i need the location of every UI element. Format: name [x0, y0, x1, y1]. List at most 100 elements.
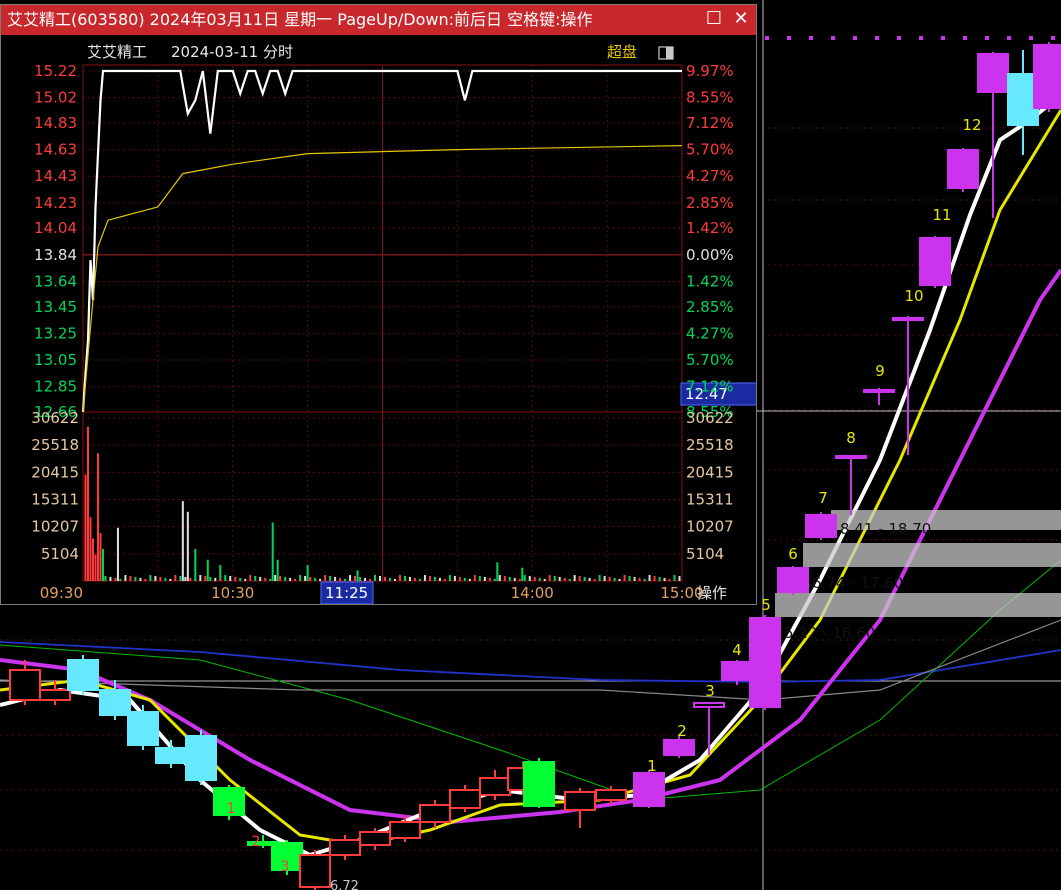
- volume-bar: [101, 549, 104, 581]
- pct-tick-label: 4.27%: [686, 167, 734, 185]
- volume-bar: [618, 578, 621, 581]
- low-price-label: 6.72: [330, 879, 359, 890]
- limit-up-count-label: 2: [677, 722, 687, 740]
- price-tick-label: 13.84: [34, 246, 77, 264]
- volume-bar: [568, 578, 571, 581]
- volume-bar: [314, 577, 317, 581]
- top-dot-marker: [831, 36, 835, 40]
- candle-body: [479, 777, 511, 796]
- volume-bar: [623, 575, 626, 581]
- top-dot-marker: [1007, 36, 1011, 40]
- limit-up-count-label: 5: [761, 596, 771, 614]
- cursor-time: 11:25: [325, 584, 368, 602]
- volume-bar: [89, 517, 92, 581]
- volume-bar: [498, 575, 501, 581]
- volume-bar: [458, 576, 461, 581]
- candle-body: [749, 617, 781, 708]
- limit-up-count-label: 12: [962, 116, 981, 134]
- volume-bar: [271, 522, 274, 581]
- volume-tick-label: 20415: [686, 463, 734, 481]
- intraday-chart[interactable]: 艾艾精工 2024-03-11 分时 超盘 11:25 12.47 操作 15.…: [1, 35, 756, 604]
- candle-body: [419, 804, 451, 823]
- volume-bar: [194, 578, 197, 581]
- volume-bar: [229, 575, 232, 581]
- pct-tick-label: 0.00%: [686, 246, 734, 264]
- limit-up-count-label: 8: [846, 429, 856, 447]
- volume-bar: [638, 577, 641, 581]
- volume-bar: [453, 575, 456, 581]
- price-tick-label: 12.85: [34, 378, 77, 396]
- candle-body: [67, 659, 99, 691]
- candle-body: [99, 689, 131, 716]
- intraday-popup-window[interactable]: 艾艾精工(603580) 2024年03月11日 星期一 PageUp/Down…: [0, 4, 757, 605]
- volume-bar: [603, 575, 606, 581]
- price-tick-label: 14.63: [34, 141, 77, 159]
- square-icon[interactable]: ☐: [701, 5, 727, 35]
- top-dot-marker: [963, 36, 967, 40]
- volume-bar: [463, 577, 466, 581]
- candle-body: [663, 739, 695, 756]
- volume-tick-label: 15311: [31, 491, 79, 509]
- volume-bar: [104, 575, 107, 581]
- volume-bar: [349, 575, 352, 581]
- volume-bar: [134, 576, 137, 581]
- zone-label: 5.22 - 16.60: [784, 624, 875, 642]
- volume-bar: [428, 575, 431, 581]
- volume-tick-label: 5104: [686, 545, 724, 563]
- volume-bar: [403, 575, 406, 581]
- volume-bar: [438, 577, 441, 581]
- volume-bar: [658, 576, 661, 581]
- volume-tick-label: 10207: [31, 518, 79, 536]
- pct-tick-label: 4.27%: [686, 324, 734, 342]
- close-icon[interactable]: ✕: [728, 5, 754, 35]
- candle-body: [523, 761, 555, 807]
- pct-tick-label: 5.70%: [686, 351, 734, 369]
- top-dot-marker: [765, 36, 769, 40]
- volume-bar: [648, 575, 651, 581]
- volume-bar: [563, 577, 566, 581]
- candle-body: [919, 237, 951, 286]
- volume-bar: [144, 578, 147, 581]
- top-dot-marker: [787, 36, 791, 40]
- volume-bar: [678, 575, 681, 581]
- volume-bar: [124, 575, 127, 581]
- volume-bar: [339, 577, 342, 581]
- volume-bar: [633, 576, 636, 581]
- pct-tick-label: 7.12%: [686, 378, 734, 396]
- limit-up-count-label: 9: [875, 362, 885, 380]
- price-tick-label: 14.23: [34, 194, 77, 212]
- volume-bar: [548, 575, 551, 581]
- volume-bar: [523, 575, 526, 581]
- volume-tick-label: 20415: [31, 463, 79, 481]
- candle-body: [185, 735, 217, 781]
- volume-bar: [673, 575, 676, 581]
- volume-bar: [159, 576, 162, 581]
- volume-bar: [543, 578, 546, 581]
- candle-body: [564, 791, 596, 811]
- window-title: 艾艾精工(603580) 2024年03月11日 星期一 PageUp/Down…: [7, 10, 593, 29]
- price-tick-label: 13.05: [34, 351, 77, 369]
- volume-bar: [598, 575, 601, 581]
- volume-bar: [249, 575, 252, 581]
- volume-bar: [413, 577, 416, 581]
- limit-up-count-label: 4: [732, 641, 742, 659]
- candle-body: [389, 821, 421, 839]
- volume-tick-label: 30622: [31, 409, 79, 427]
- top-dot-marker: [1029, 36, 1033, 40]
- superdisk-button[interactable]: 超盘: [607, 43, 637, 61]
- pct-tick-label: 9.97%: [686, 62, 734, 80]
- pct-tick-label: 1.42%: [686, 272, 734, 290]
- limit-down-count-label: 1: [227, 801, 236, 817]
- volume-bar: [149, 575, 152, 581]
- limit-up-count-label: 10: [904, 287, 923, 305]
- volume-bar: [264, 577, 267, 581]
- pct-tick-label: 2.85%: [686, 194, 734, 212]
- stock-name: 艾艾精工: [87, 43, 147, 61]
- candle-body: [777, 567, 809, 593]
- candle-body: [39, 689, 71, 701]
- volume-bar: [329, 575, 332, 581]
- limit-down-count-label: 2: [252, 834, 261, 850]
- volume-bar: [473, 575, 476, 581]
- candle-body: [863, 389, 895, 393]
- title-bar[interactable]: 艾艾精工(603580) 2024年03月11日 星期一 PageUp/Down…: [1, 5, 756, 35]
